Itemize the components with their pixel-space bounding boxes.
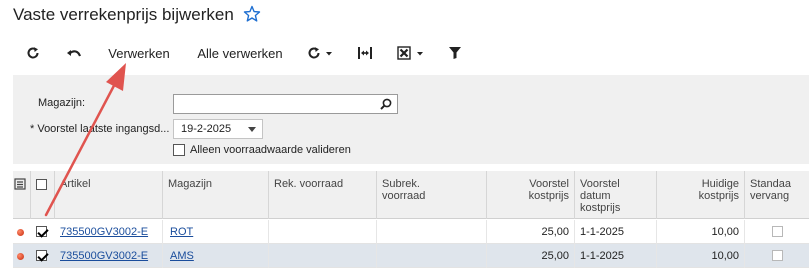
- fit-columns-icon: [358, 47, 372, 59]
- col-subrek-stock-line1: Subrek.: [382, 178, 420, 190]
- excel-export-button[interactable]: [393, 36, 431, 70]
- article-link[interactable]: 735500GV3002-E: [60, 226, 148, 238]
- search-icon[interactable]: [380, 98, 392, 110]
- row-select-checkbox[interactable]: [36, 226, 47, 237]
- undo-button[interactable]: [61, 36, 87, 70]
- proposal-date-cell: 1-1-2025: [575, 220, 657, 244]
- col-current-cost-line2: kostprijs: [698, 190, 739, 202]
- article-cell[interactable]: 735500GV3002-E: [55, 244, 163, 268]
- star-icon[interactable]: [243, 5, 261, 23]
- current-cost-cell: 10,00: [657, 244, 745, 268]
- fit-columns-button[interactable]: [352, 36, 378, 70]
- calendar-dropdown-icon[interactable]: [248, 127, 256, 132]
- col-proposal-date[interactable]: Voorstel datum kostprijs: [575, 171, 657, 219]
- col-current-cost-line1: Huidige: [701, 178, 739, 190]
- col-rek-stock[interactable]: Rek. voorraad: [269, 171, 377, 219]
- results-grid: Artikel Magazijn Rek. voorraad Subrek. v…: [13, 171, 809, 271]
- standard-checkbox[interactable]: [772, 226, 783, 237]
- standard-checkbox[interactable]: [772, 250, 783, 261]
- current-cost-cell: 10,00: [657, 220, 745, 244]
- col-standard-line1: Standaa: [750, 178, 791, 190]
- row-notes-header[interactable]: [13, 171, 31, 219]
- proposal-date-field[interactable]: 19-2-2025: [173, 119, 263, 139]
- article-cell[interactable]: 735500GV3002-E: [55, 220, 163, 244]
- col-proposal-date-line2: datum: [580, 190, 611, 202]
- proposal-date-label: * Voorstel laatste ingangsd...: [30, 123, 170, 135]
- table-row[interactable]: 735500GV3002-E ROT 25,00 1-1-2025 10,00: [13, 220, 809, 244]
- validate-only-label: Alleen voorraadwaarde valideren: [190, 144, 351, 156]
- refresh-dropdown-icon: [308, 47, 332, 59]
- article-link[interactable]: 735500GV3002-E: [60, 250, 148, 262]
- table-row[interactable]: 735500GV3002-E AMS 25,00 1-1-2025 10,00: [13, 244, 809, 268]
- rek-stock-cell: [269, 244, 377, 268]
- grid-header: Artikel Magazijn Rek. voorraad Subrek. v…: [13, 171, 809, 219]
- filter-panel: Magazijn: * Voorstel laatste ingangsd...…: [13, 75, 809, 164]
- col-standard-line2: vervang: [750, 190, 790, 202]
- select-all-checkbox[interactable]: [36, 179, 47, 190]
- excel-export-icon: [397, 46, 423, 60]
- proposal-cost-cell: 25,00: [487, 220, 575, 244]
- warehouse-cell[interactable]: ROT: [163, 220, 269, 244]
- filter-icon: [449, 47, 461, 59]
- col-proposal-cost-line2: kostprijs: [528, 190, 569, 202]
- refresh-button[interactable]: [20, 36, 46, 70]
- validate-only-checkbox[interactable]: [173, 144, 185, 156]
- subrek-stock-cell: [377, 220, 487, 244]
- col-article[interactable]: Artikel: [55, 171, 163, 219]
- warehouse-label: Magazijn:: [38, 97, 86, 109]
- col-standard[interactable]: Standaa vervang: [745, 171, 809, 219]
- standard-cell: [745, 244, 809, 268]
- col-proposal-date-line3: kostprijs: [580, 202, 621, 214]
- proposal-date-cell: 1-1-2025: [575, 244, 657, 268]
- standard-cell: [745, 220, 809, 244]
- row-select-checkbox[interactable]: [36, 250, 47, 261]
- col-proposal-cost[interactable]: Voorstel kostprijs: [487, 171, 575, 219]
- row-notes-icon: [14, 178, 26, 190]
- page-title: Vaste verrekenprijs bijwerken: [13, 5, 234, 24]
- subrek-stock-cell: [377, 244, 487, 268]
- undo-icon: [67, 50, 82, 57]
- col-warehouse[interactable]: Magazijn: [163, 171, 269, 219]
- process-all-button[interactable]: Alle verwerken: [190, 36, 290, 70]
- select-all-header[interactable]: [31, 171, 55, 219]
- warehouse-link[interactable]: ROT: [170, 226, 193, 238]
- col-proposal-date-line1: Voorstel: [580, 178, 620, 190]
- title-bar: Vaste verrekenprijs bijwerken: [0, 0, 809, 32]
- warehouse-cell[interactable]: AMS: [163, 244, 269, 268]
- col-current-cost[interactable]: Huidige kostprijs: [657, 171, 745, 219]
- warehouse-link[interactable]: AMS: [170, 250, 194, 262]
- col-subrek-stock[interactable]: Subrek. voorraad: [377, 171, 487, 219]
- toolbar: Verwerken Alle verwerken: [0, 36, 809, 70]
- proposal-date-value: 19-2-2025: [181, 123, 232, 135]
- rek-stock-cell: [269, 220, 377, 244]
- status-dot-icon: [17, 229, 24, 236]
- filter-button[interactable]: [442, 36, 468, 70]
- proposal-cost-cell: 25,00: [487, 244, 575, 268]
- warehouse-input[interactable]: [173, 94, 398, 114]
- process-button[interactable]: Verwerken: [102, 36, 176, 70]
- col-subrek-stock-line2: voorraad: [382, 190, 426, 202]
- col-proposal-cost-line1: Voorstel: [529, 178, 569, 190]
- refresh-dropdown-button[interactable]: [303, 36, 339, 70]
- status-dot-icon: [17, 253, 24, 260]
- refresh-icon: [27, 47, 39, 59]
